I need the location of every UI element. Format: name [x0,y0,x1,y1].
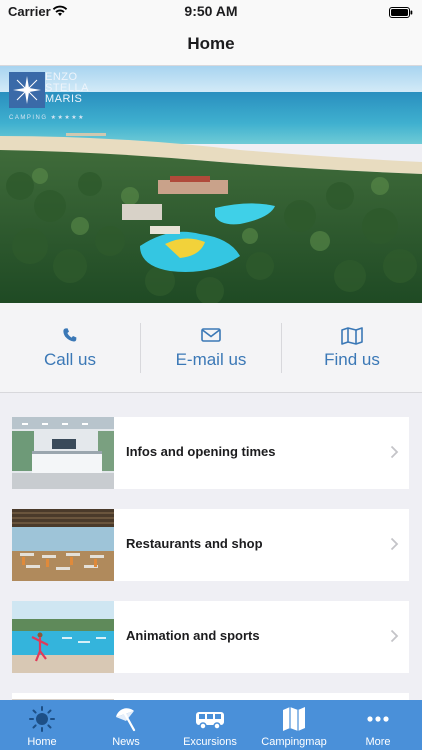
tab-home[interactable]: Home [0,700,84,750]
find-us-label: Find us [324,350,380,369]
tab-campingmap[interactable]: Campingmap [252,700,336,750]
map-icon [252,705,336,733]
phone-icon [0,327,140,347]
tab-news[interactable]: News [84,700,168,750]
menu-item-partial[interactable] [12,693,409,700]
menu-item-label: Animation and sports [126,628,260,643]
menu-item-infos[interactable]: Infos and opening times [12,417,409,489]
map-icon [282,327,422,347]
find-us-button[interactable]: Find us [282,303,422,393]
page-title: Home [187,34,235,53]
tab-more[interactable]: More [336,700,420,750]
tab-bar: Home News Excursions Campingmap More [0,700,422,750]
tab-label: Campingmap [261,736,327,748]
tab-label: More [365,736,391,748]
envelope-icon [141,327,281,347]
call-us-button[interactable]: Call us [0,303,140,393]
logo-subtitle: CAMPING ★★★★★ [9,115,86,121]
sun-icon [0,705,84,733]
restaurant-thumbnail [12,509,114,581]
camping-logo: ENZO STELLA MARIS CAMPING ★★★★★ [9,72,95,124]
tab-label: Home [27,736,57,748]
van-icon [168,705,252,733]
reception-thumbnail [12,417,114,489]
logo-wordmark: ENZO STELLA MARIS [45,71,89,105]
battery-icon [389,5,413,23]
menu-item-animation[interactable]: Animation and sports [12,601,409,673]
navigation-bar: Home [0,22,422,66]
menu-item-restaurants[interactable]: Restaurants and shop [12,509,409,581]
chevron-right-icon [390,629,399,648]
tab-label: News [112,736,140,748]
email-us-button[interactable]: E-mail us [141,303,281,393]
call-us-label: Call us [44,350,96,369]
chevron-right-icon [390,537,399,556]
menu-item-label: Infos and opening times [126,444,276,459]
clock: 9:50 AM [184,3,238,19]
star-icon [9,72,45,108]
status-bar: Carrier 9:50 AM [0,0,422,22]
umbrella-icon [84,705,168,733]
chevron-right-icon [390,445,399,464]
hero-image: ENZO STELLA MARIS CAMPING ★★★★★ [0,66,422,303]
tab-label: Excursions [183,736,237,748]
email-us-label: E-mail us [175,350,247,369]
pool-thumbnail [12,601,114,673]
more-icon [336,705,420,733]
contact-row: Call us E-mail us Find us [0,303,422,393]
partial-thumbnail [12,693,114,700]
tab-excursions[interactable]: Excursions [168,700,252,750]
menu-item-label: Restaurants and shop [126,536,263,551]
